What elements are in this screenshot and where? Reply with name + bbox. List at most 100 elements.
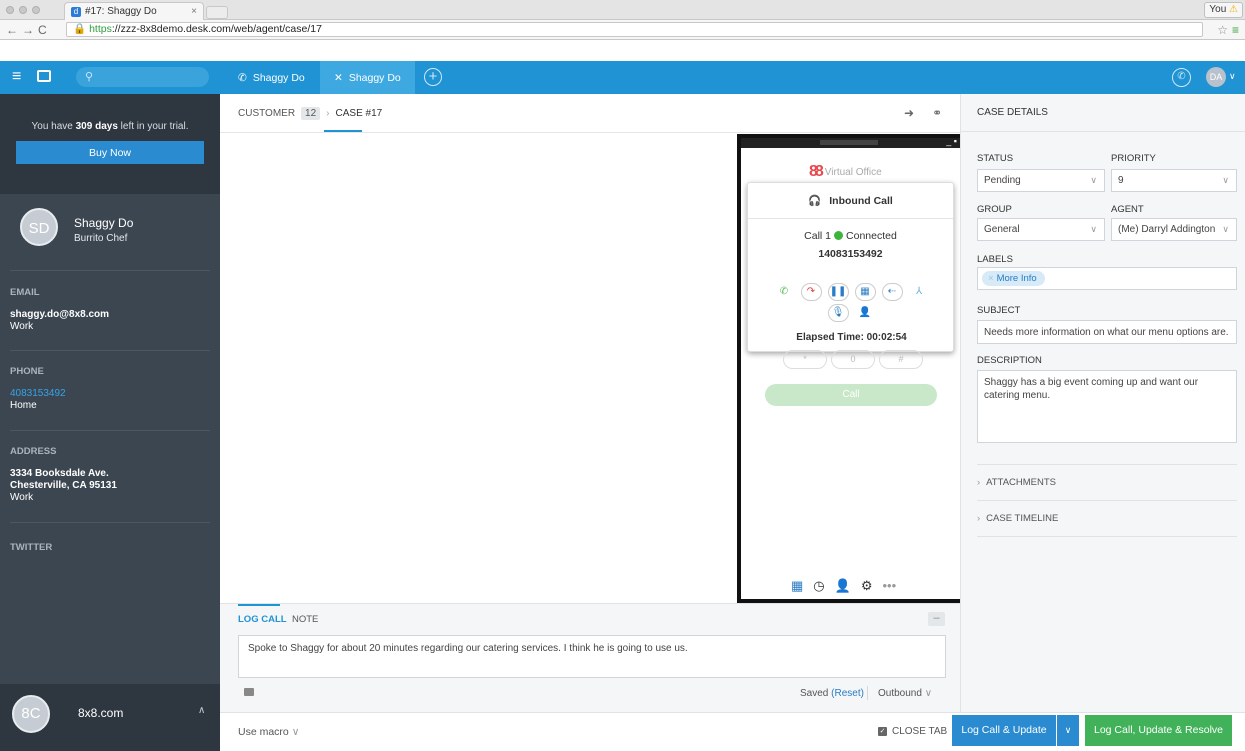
phone-link[interactable]: 4083153492 — [10, 388, 210, 400]
company-footer[interactable]: 8C 8x8.com ∧ — [0, 684, 220, 751]
url-field[interactable]: 🔒 https://zzz-8x8demo.desk.com/web/agent/… — [66, 22, 1203, 37]
menu-icon[interactable]: ≡ — [1232, 23, 1239, 37]
chevron-up-icon[interactable]: ∧ — [198, 705, 205, 716]
label-tag[interactable]: × More Info — [982, 271, 1045, 286]
attachment-icon[interactable] — [244, 688, 254, 696]
log-call-textarea[interactable]: Spoke to Shaggy for about 20 minutes reg… — [238, 635, 946, 678]
close-icon[interactable]: ✕ — [334, 72, 343, 84]
tab-log-call[interactable]: LOG CALL — [238, 614, 287, 625]
call-button[interactable]: Call — [765, 384, 937, 406]
close-tab-icon[interactable]: × — [191, 6, 197, 17]
hold-icon[interactable]: ❚❚ — [827, 283, 849, 301]
priority-select[interactable]: 9 ∨ — [1111, 169, 1237, 192]
key-star[interactable]: * — [783, 350, 827, 369]
use-macro-select[interactable]: Use macro ∨ — [238, 726, 299, 738]
drag-handle[interactable] — [820, 140, 878, 145]
warning-icon: ⚠ — [1229, 4, 1238, 15]
twitter-section: TWITTER — [10, 542, 53, 553]
action-bar: Use macro ∨ ✓ CLOSE TAB Log Call & Update… — [220, 712, 1245, 751]
log-call-options-dropdown[interactable]: ∨ — [1057, 715, 1079, 746]
inbox-icon[interactable] — [37, 70, 51, 82]
add-contact-icon[interactable]: 👤 — [854, 304, 876, 322]
softphone-nav: ▦ ◷ 👤 ⚙ ••• — [791, 578, 896, 594]
star-icon[interactable]: ☆ — [1217, 23, 1228, 37]
remove-tag-icon[interactable]: × — [988, 273, 994, 284]
headset-icon: 🎧 — [808, 195, 822, 207]
divider — [977, 536, 1237, 537]
profile-button[interactable]: You ⚠ — [1204, 2, 1243, 18]
breadcrumb-case[interactable]: CASE #17 — [336, 108, 383, 119]
forward-icon: → — [22, 22, 38, 37]
tab-note[interactable]: NOTE — [292, 614, 318, 625]
virtual-office-logo: 88 Virtual Office — [809, 163, 882, 180]
reset-link[interactable]: (Reset) — [831, 688, 864, 699]
chevron-right-icon: › — [977, 513, 981, 524]
case-details-panel: CASE DETAILS STATUS Pending ∨ PRIORITY 9 ∨… — [960, 94, 1245, 712]
address-section: ADDRESS 3334 Booksdale Ave. Chesterville… — [10, 446, 117, 503]
mute-mic-icon[interactable]: 🎙 — [827, 304, 849, 322]
checkbox-checked-icon[interactable]: ✓ — [878, 727, 887, 736]
chevron-down-icon: ∨ — [291, 726, 300, 738]
hamburger-icon[interactable]: ≡ — [12, 68, 21, 86]
softphone-header[interactable]: _ ▪ — [741, 136, 960, 148]
conference-icon[interactable]: ⅄ — [908, 283, 930, 301]
tab-call-shaggy[interactable]: ✆ Shaggy Do — [222, 61, 320, 94]
call-status-line: Call 1 Connected — [804, 230, 897, 242]
email-value[interactable]: shaggy.do@8x8.com — [10, 309, 210, 321]
forward-arrow-icon[interactable]: ➜ — [904, 106, 914, 120]
search-input[interactable]: ⚲ — [76, 67, 209, 87]
breadcrumb-customer[interactable]: CUSTOMER — [238, 108, 295, 119]
history-clock-icon[interactable]: ◷ — [813, 578, 824, 594]
link-icon[interactable]: ⚭ — [932, 106, 942, 120]
minimize-icon[interactable]: – — [928, 612, 945, 626]
8x8-logo-icon: 88 — [809, 163, 824, 180]
agent-select[interactable]: (Me) Darryl Addington ∨ — [1111, 218, 1237, 241]
customer-profile: SD Shaggy Do Burrito Chef — [20, 208, 133, 246]
customer-name[interactable]: Shaggy Do — [74, 216, 133, 230]
log-call-update-button[interactable]: Log Call & Update — [952, 715, 1056, 746]
add-tab-icon[interactable]: + — [424, 68, 442, 86]
phone-status-icon[interactable]: ✆ — [1172, 68, 1191, 87]
panel-title: CASE DETAILS — [977, 107, 1048, 118]
browser-tab[interactable]: d #17: Shaggy Do × — [64, 2, 204, 20]
lock-icon: 🔒 — [73, 23, 87, 35]
phone-section: PHONE 4083153492 Home — [10, 366, 210, 412]
group-select[interactable]: General ∨ — [977, 218, 1105, 241]
key-hash[interactable]: # — [879, 350, 923, 369]
nav-buttons[interactable]: ←→C — [6, 23, 66, 37]
status-select[interactable]: Pending ∨ — [977, 169, 1105, 192]
hangup-icon[interactable]: ↷ — [800, 283, 822, 301]
customer-title: Burrito Chef — [74, 233, 128, 244]
subject-input[interactable]: Needs more information on what our menu … — [977, 320, 1237, 344]
log-call-resolve-button[interactable]: Log Call, Update & Resolve — [1085, 715, 1232, 746]
chevron-down-icon: ∨ — [1090, 224, 1097, 234]
window-controls[interactable] — [6, 6, 40, 14]
tab-case-shaggy[interactable]: ✕ Shaggy Do — [320, 61, 415, 94]
contacts-icon[interactable]: 👤 — [835, 578, 851, 594]
more-icon[interactable]: ••• — [882, 578, 896, 594]
avatar[interactable]: DA — [1206, 67, 1226, 87]
new-tab-button[interactable] — [206, 6, 228, 19]
phone-icon: ✆ — [238, 71, 247, 84]
key-zero[interactable]: 0 — [831, 350, 875, 369]
trial-banner: You have 309 days left in your trial. Bu… — [0, 94, 220, 194]
dialpad-icon[interactable]: ▦ — [791, 578, 803, 594]
customer-sidebar: You have 309 days left in your trial. Bu… — [0, 94, 220, 751]
window-min-max-icon[interactable]: _ ▪ — [946, 136, 957, 146]
description-textarea[interactable]: Shaggy has a big event coming up and wan… — [977, 370, 1237, 443]
labels-input[interactable]: × More Info — [977, 267, 1237, 290]
direction-select[interactable]: Outbound ∨ — [878, 688, 932, 699]
case-timeline-toggle[interactable]: › CASE TIMELINE — [977, 513, 1058, 524]
settings-gear-icon[interactable]: ⚙ — [861, 578, 873, 594]
chevron-down-icon[interactable]: ∨ — [1229, 71, 1236, 82]
connected-indicator-icon — [834, 231, 844, 240]
keypad-icon[interactable]: ▦ — [854, 283, 876, 301]
divider — [961, 131, 1245, 132]
transfer-icon[interactable]: ⇠ — [881, 283, 903, 301]
close-tab-checkbox[interactable]: ✓ CLOSE TAB — [878, 726, 947, 737]
browser-tab-strip: d #17: Shaggy Do × You ⚠ — [0, 0, 1245, 20]
answer-icon[interactable]: ✆ — [773, 283, 795, 301]
divider — [10, 430, 210, 431]
buy-now-button[interactable]: Buy Now — [16, 141, 204, 164]
attachments-toggle[interactable]: › ATTACHMENTS — [977, 477, 1056, 488]
